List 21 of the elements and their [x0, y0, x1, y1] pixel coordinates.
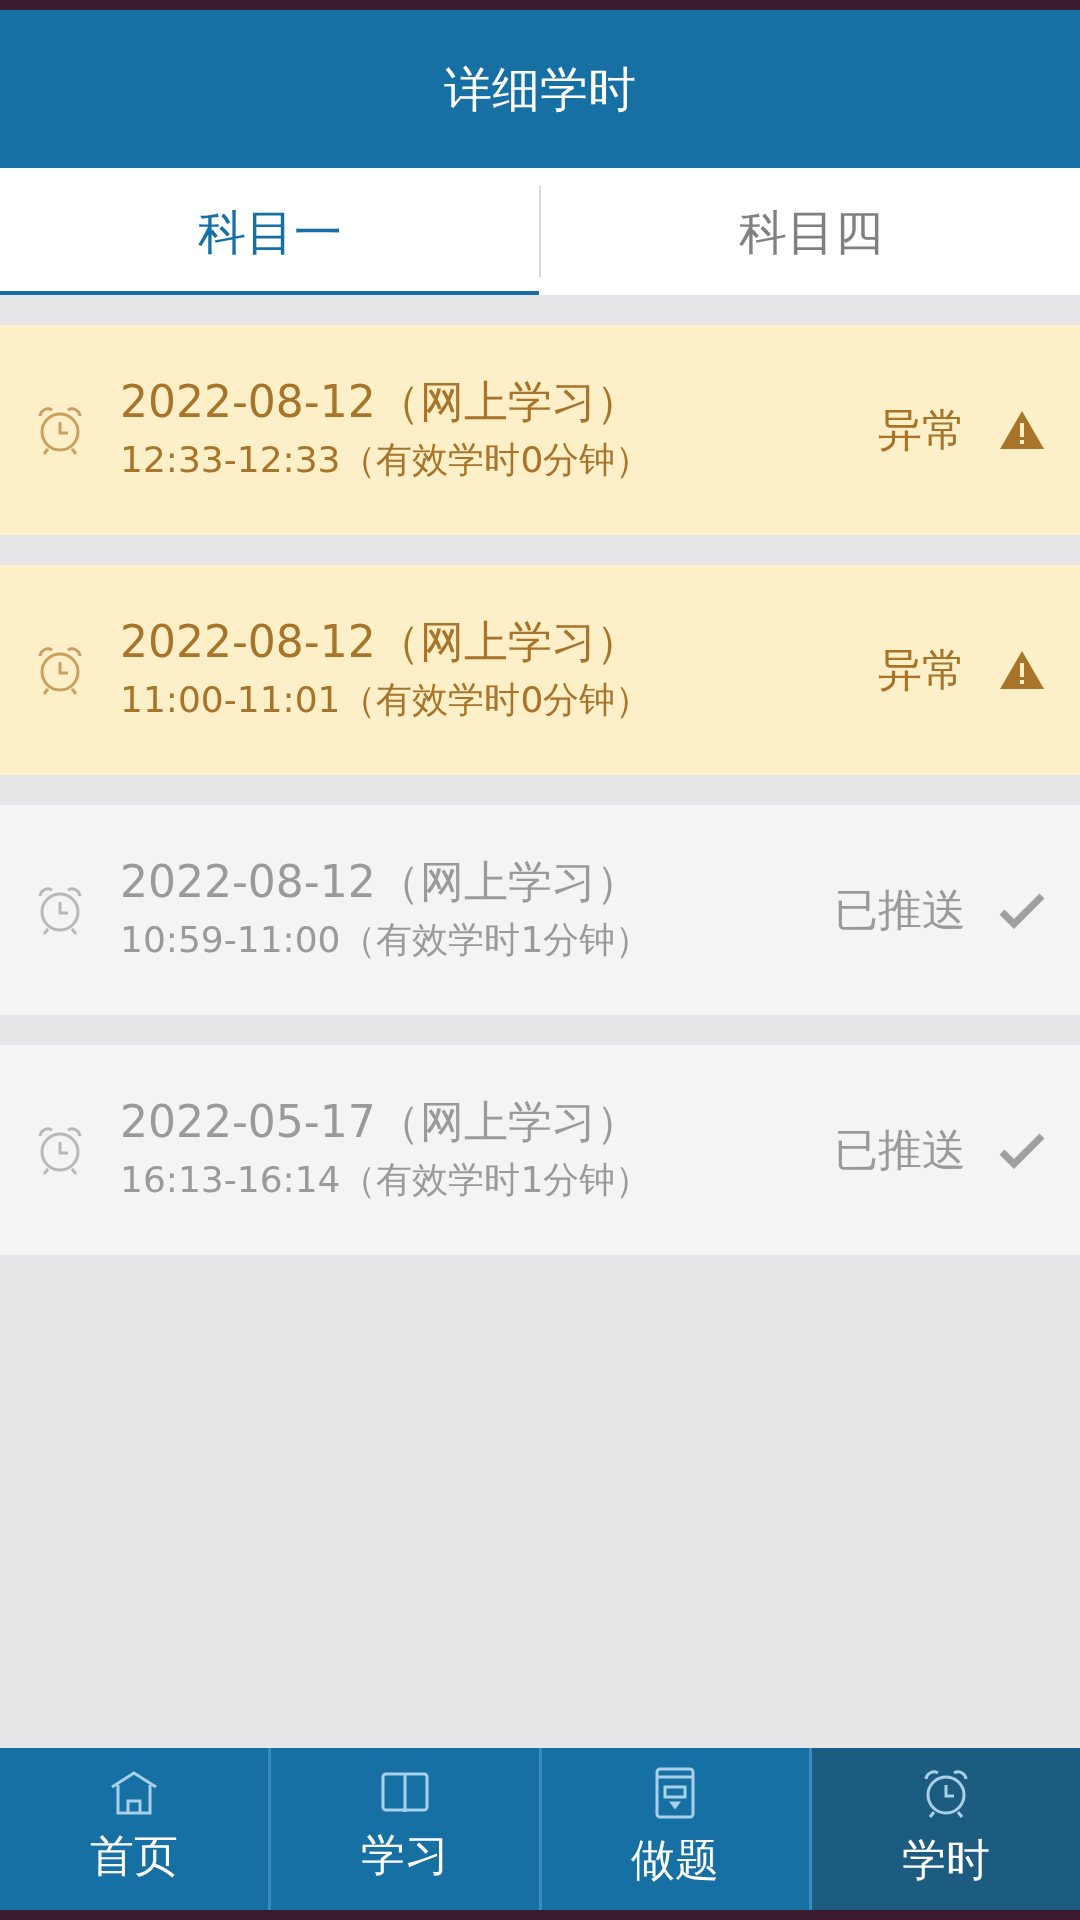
record-card[interactable]: 2022-08-12（网上学习） 11:00-11:01（有效学时0分钟） 异常	[0, 565, 1080, 775]
record-date: 2022-08-12（网上学习）	[120, 375, 641, 429]
record-status: 已推送	[834, 883, 966, 937]
record-time: 10:59-11:00（有效学时1分钟）	[120, 918, 653, 962]
record-date: 2022-08-12（网上学习）	[120, 855, 641, 909]
record-time: 11:00-11:01（有效学时0分钟）	[120, 678, 653, 722]
page-title: 详细学时	[444, 60, 636, 119]
record-card[interactable]: 2022-08-12（网上学习） 12:33-12:33（有效学时0分钟） 异常	[0, 325, 1080, 535]
record-status: 已推送	[834, 1123, 966, 1177]
record-date: 2022-05-17（网上学习）	[120, 1095, 641, 1149]
warning-icon	[998, 649, 1046, 691]
nav-tab[interactable]: 学时	[809, 1748, 1080, 1910]
notebook-icon	[653, 1765, 698, 1821]
record-time: 16:13-16:14（有效学时1分钟）	[120, 1158, 653, 1202]
tab[interactable]: 科目一	[0, 168, 539, 295]
tab[interactable]: 科目四	[541, 168, 1080, 295]
warning-icon	[998, 409, 1046, 451]
record-time: 12:33-12:33（有效学时0分钟）	[120, 438, 653, 482]
record-status: 异常	[878, 403, 966, 457]
record-status: 异常	[878, 643, 966, 697]
record-date: 2022-08-12（网上学习）	[120, 615, 641, 669]
